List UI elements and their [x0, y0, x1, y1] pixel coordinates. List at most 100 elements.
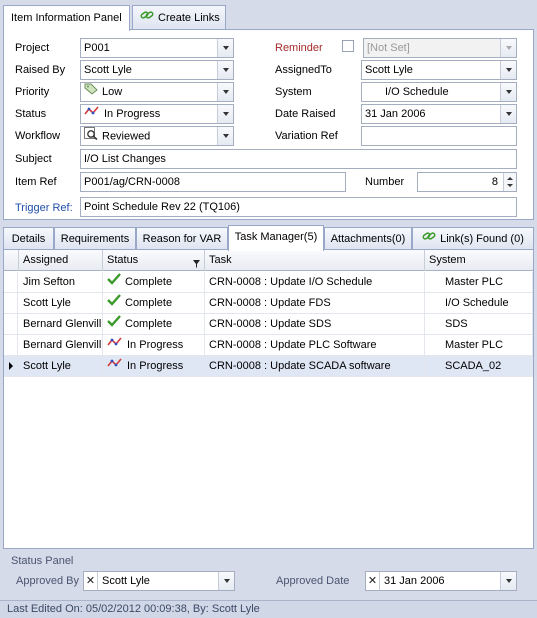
task-value: CRN-0008 : Update I/O Schedule	[209, 276, 373, 288]
trigger-ref-label[interactable]: Trigger Ref:	[15, 201, 73, 215]
chevron-down-icon[interactable]	[500, 105, 516, 123]
trigger-ref-input[interactable]: Point Schedule Rev 22 (TQ106)	[80, 197, 517, 217]
subject-input[interactable]: I/O List Changes	[80, 149, 517, 169]
row-indicator[interactable]	[4, 293, 18, 313]
chevron-down-icon[interactable]	[218, 572, 234, 590]
cell-status[interactable]: In Progress	[103, 356, 205, 376]
chevron-down-icon[interactable]	[217, 61, 233, 79]
tab-task-manager[interactable]: Task Manager(5)	[228, 225, 324, 251]
row-indicator[interactable]	[4, 272, 18, 292]
task-value: CRN-0008 : Update PLC Software	[209, 339, 377, 351]
date-raised-dropdown[interactable]: 31 Jan 2006	[361, 104, 517, 124]
workflow-dropdown[interactable]: Reviewed	[80, 126, 234, 146]
chevron-down-icon[interactable]	[217, 39, 233, 57]
tab-reason-for-var[interactable]: Reason for VAR	[136, 227, 228, 250]
cell-status[interactable]: In Progress	[103, 335, 205, 355]
cell-system[interactable]: I/O Schedule	[425, 293, 533, 313]
approved-date-value: 31 Jan 2006	[384, 575, 445, 587]
system-value: SCADA_02	[445, 360, 502, 372]
item-information-panel: Project Raised By Priority Status Workfl…	[3, 29, 534, 220]
approved-date-dropdown[interactable]: ✕ 31 Jan 2006	[365, 571, 517, 591]
row-indicator[interactable]	[4, 314, 18, 334]
reminder-label: Reminder	[275, 42, 323, 54]
column-header-task[interactable]: Task	[205, 250, 425, 271]
chevron-up-icon[interactable]	[507, 177, 513, 180]
date-raised-value: 31 Jan 2006	[365, 108, 426, 120]
table-row[interactable]: Scott Lyle In Progress CRN-0008 : Update S…	[4, 356, 533, 377]
approved-by-dropdown[interactable]: ✕ Scott Lyle	[83, 571, 235, 591]
chevron-down-icon[interactable]	[217, 83, 233, 101]
chevron-down-icon[interactable]	[500, 572, 516, 590]
tab-attachments[interactable]: Attachments(0)	[324, 227, 412, 250]
column-header-assigned[interactable]: Assigned	[19, 250, 103, 271]
chevron-down-icon[interactable]	[507, 184, 513, 187]
number-spinner[interactable]: 8	[417, 172, 517, 192]
table-row[interactable]: Jim Sefton Complete CRN-0008 : Update I/O …	[4, 272, 533, 293]
status-dropdown[interactable]: In Progress	[80, 104, 234, 124]
clear-icon[interactable]: ✕	[366, 572, 380, 590]
row-indicator[interactable]	[4, 356, 18, 376]
priority-dropdown[interactable]: Low	[80, 82, 234, 102]
raised-by-value: Scott Lyle	[84, 64, 132, 76]
magnifier-icon	[84, 127, 98, 145]
row-indicator[interactable]	[4, 335, 18, 355]
cell-status[interactable]: Complete	[103, 272, 205, 292]
chevron-down-icon[interactable]	[217, 105, 233, 123]
cell-system[interactable]: SCADA_02	[425, 356, 533, 376]
system-value: I/O Schedule	[445, 297, 509, 309]
system-dropdown[interactable]: I/O Schedule	[361, 82, 517, 102]
in-progress-icon	[107, 335, 123, 355]
cell-assigned[interactable]: Scott Lyle	[19, 293, 103, 313]
variation-ref-label: Variation Ref	[275, 130, 338, 142]
tab-label: Item Information Panel	[11, 12, 122, 24]
in-progress-icon	[107, 356, 123, 376]
checkmark-icon	[107, 293, 121, 313]
cell-system[interactable]: Master PLC	[425, 335, 533, 355]
column-header-label: Status	[107, 254, 139, 266]
cell-status[interactable]: Complete	[103, 293, 205, 313]
reminder-dropdown: [Not Set]	[363, 38, 517, 58]
cell-assigned[interactable]: Bernard Glenvill	[19, 314, 103, 334]
tab-item-information-panel[interactable]: Item Information Panel	[3, 5, 130, 31]
cell-assigned[interactable]: Scott Lyle	[19, 356, 103, 376]
cell-assigned[interactable]: Bernard Glenvill	[19, 335, 103, 355]
table-row[interactable]: Scott Lyle Complete CRN-0008 : Update FDS I…	[4, 293, 533, 314]
clear-icon[interactable]: ✕	[84, 572, 98, 590]
reminder-checkbox[interactable]	[342, 40, 354, 52]
chevron-down-icon[interactable]	[217, 127, 233, 145]
status-value: Complete	[125, 297, 173, 309]
raised-by-dropdown[interactable]: Scott Lyle	[80, 60, 234, 80]
cell-task[interactable]: CRN-0008 : Update SCADA software	[205, 356, 425, 376]
column-header-system[interactable]: System	[425, 250, 533, 271]
column-header-status[interactable]: Status	[103, 250, 205, 271]
link-icon	[422, 228, 436, 250]
assigned-to-dropdown[interactable]: Scott Lyle	[361, 60, 517, 80]
cell-task[interactable]: CRN-0008 : Update I/O Schedule	[205, 272, 425, 292]
number-value: 8	[491, 176, 498, 188]
assigned-value: Jim Sefton	[23, 276, 75, 288]
cell-task[interactable]: CRN-0008 : Update FDS	[205, 293, 425, 313]
tab-create-links[interactable]: Create Links	[132, 5, 226, 30]
workflow-value: Reviewed	[102, 130, 151, 143]
chevron-down-icon[interactable]	[500, 83, 516, 101]
spinner-buttons[interactable]	[503, 173, 516, 191]
table-row[interactable]: Bernard Glenvill In Progress CRN-0008 : Up…	[4, 335, 533, 356]
cell-system[interactable]: Master PLC	[425, 272, 533, 292]
tab-links-found[interactable]: Link(s) Found (0)	[412, 227, 534, 250]
table-row[interactable]: Bernard Glenvill Complete CRN-0008 : Updat…	[4, 314, 533, 335]
cell-status[interactable]: Complete	[103, 314, 205, 334]
last-edited-status-bar: Last Edited On: 05/02/2012 00:09:38, By:…	[0, 600, 537, 618]
tab-requirements[interactable]: Requirements	[54, 227, 136, 250]
cell-system[interactable]: SDS	[425, 314, 533, 334]
cell-task[interactable]: CRN-0008 : Update SDS	[205, 314, 425, 334]
cell-task[interactable]: CRN-0008 : Update PLC Software	[205, 335, 425, 355]
project-dropdown[interactable]: P001	[80, 38, 234, 58]
item-ref-input[interactable]: P001/ag/CRN-0008	[80, 172, 346, 192]
tab-details[interactable]: Details	[3, 227, 54, 250]
cell-assigned[interactable]: Jim Sefton	[19, 272, 103, 292]
chevron-down-icon[interactable]	[500, 61, 516, 79]
system-value: Master PLC	[445, 339, 504, 351]
status-value: In Progress	[127, 339, 184, 351]
tab-label: Reason for VAR	[142, 233, 222, 245]
variation-ref-input[interactable]	[361, 126, 517, 146]
